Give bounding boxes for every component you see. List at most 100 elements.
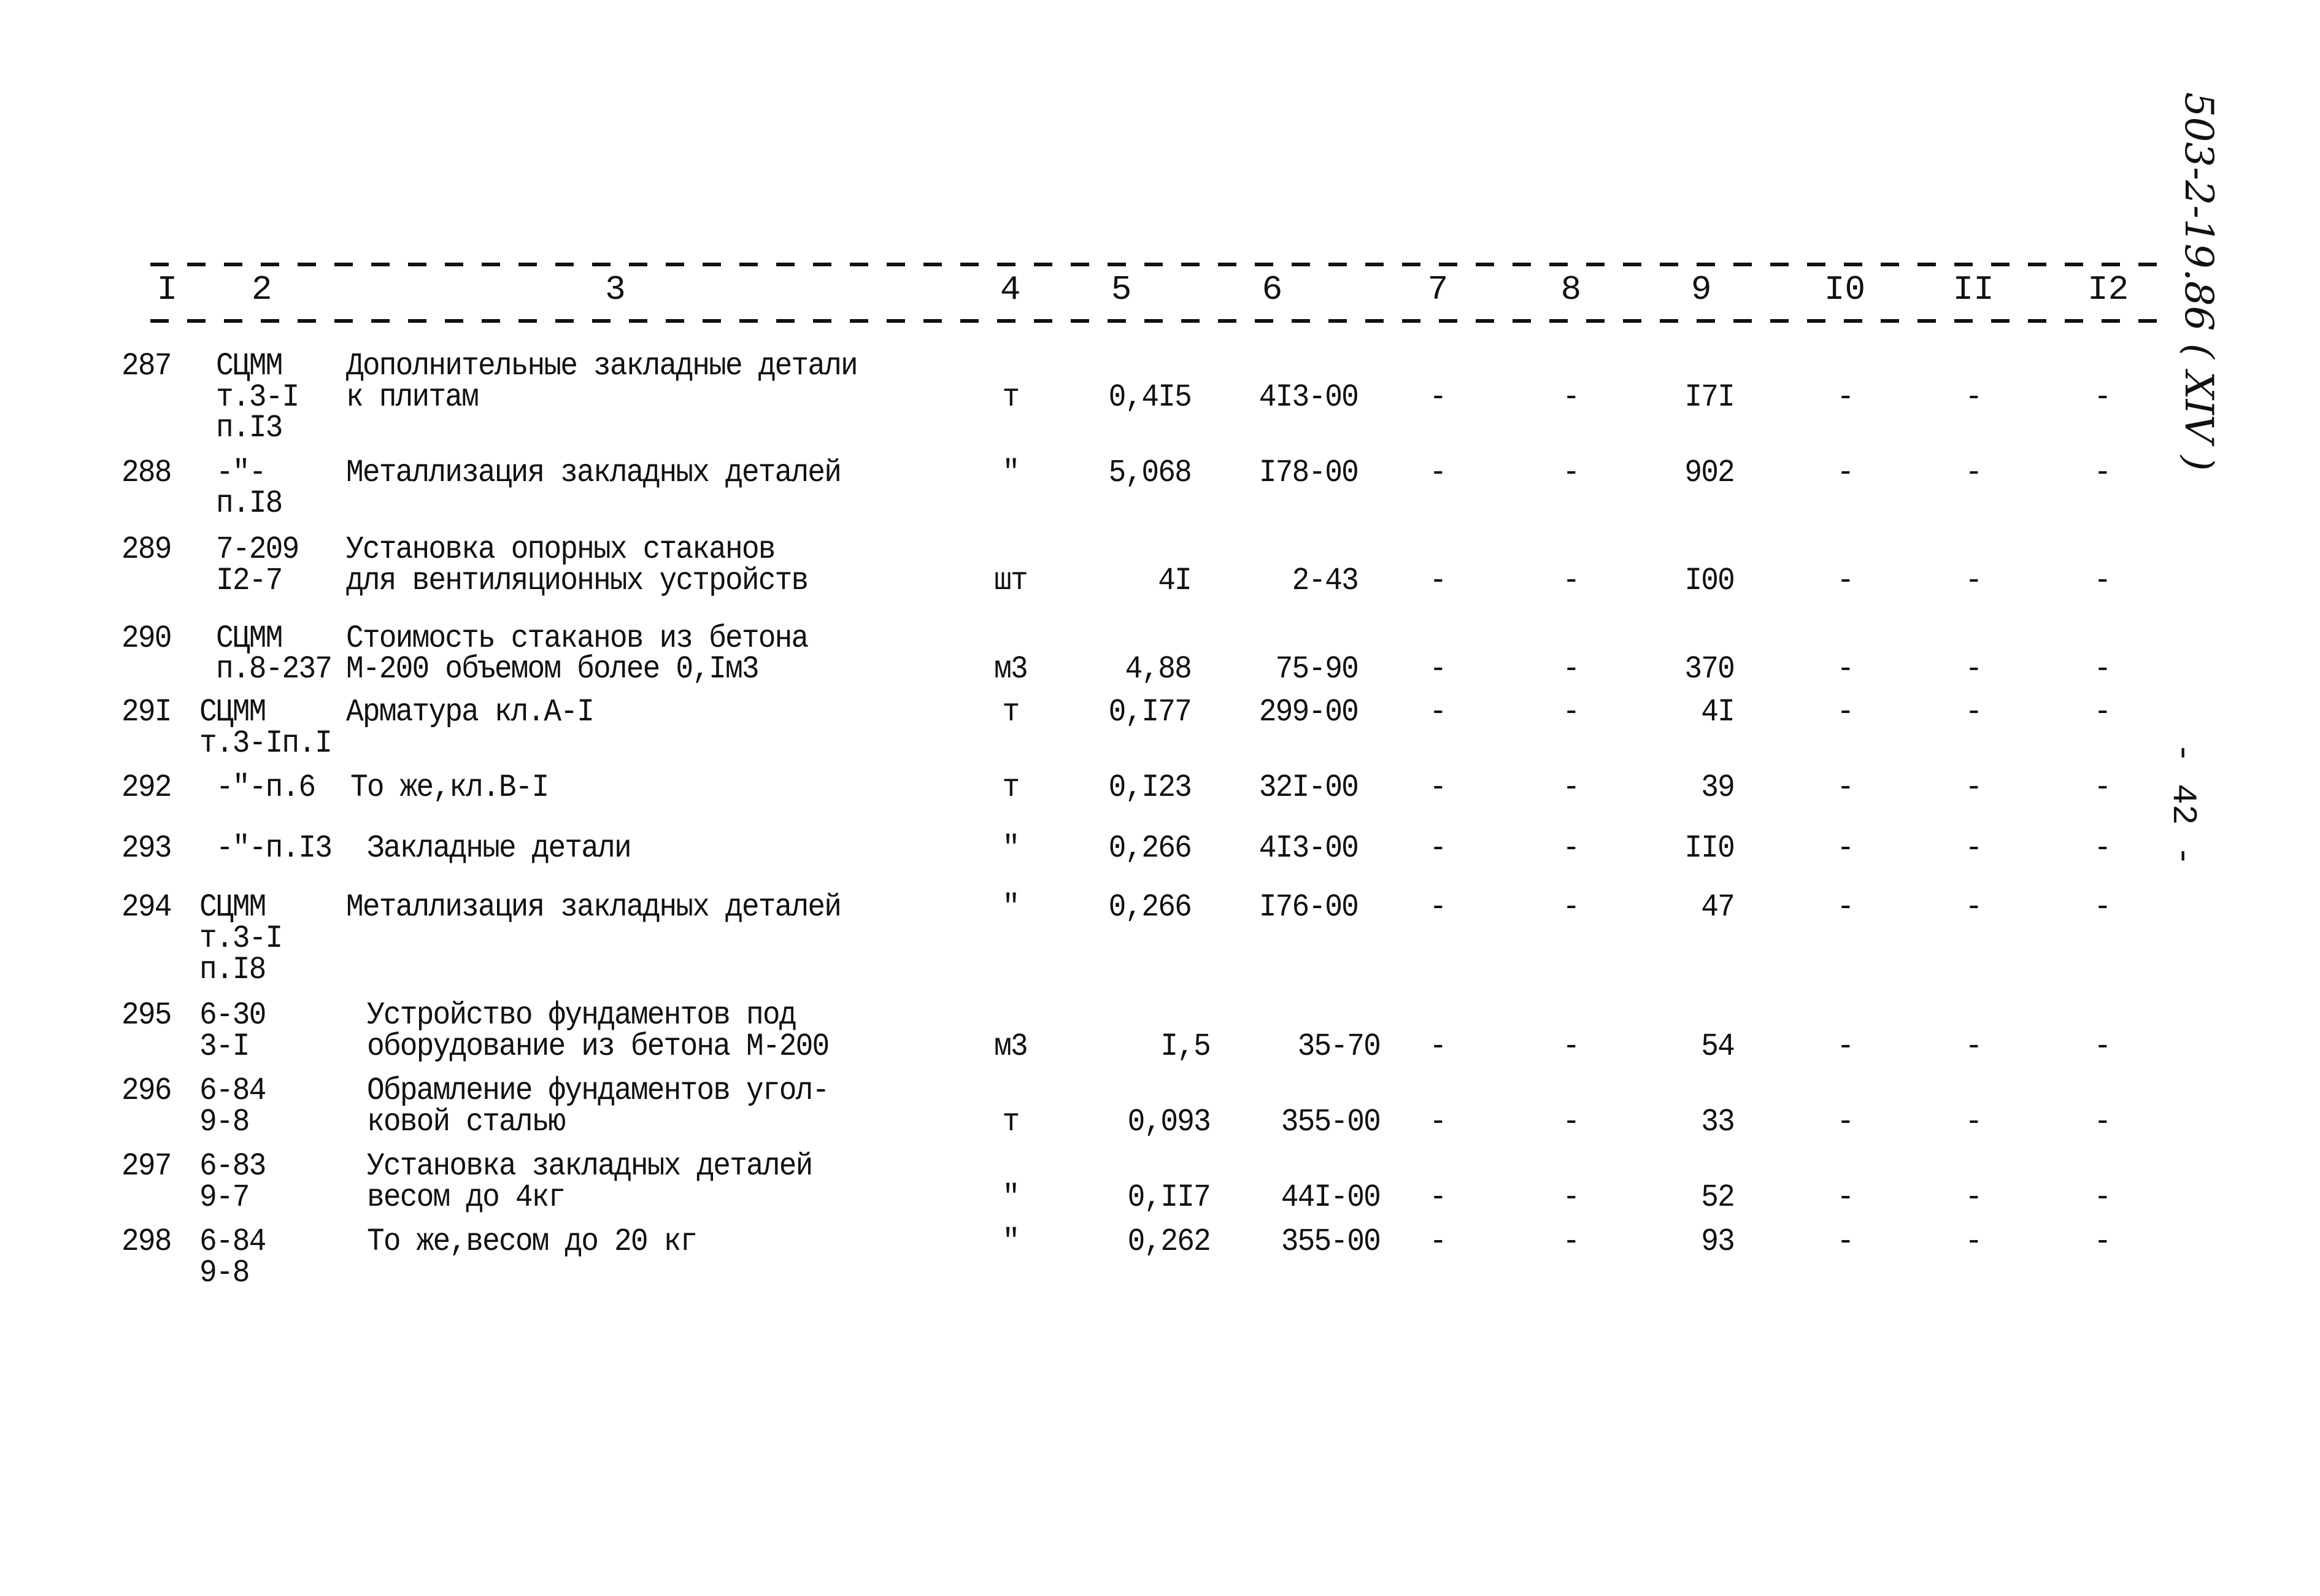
column-11-value: -: [1965, 830, 1983, 866]
column-7-value: -: [1430, 889, 1447, 926]
column-12-value: -: [2094, 379, 2111, 415]
row-number: 288: [121, 454, 172, 491]
work-description: То же,весом до 20 кг: [366, 1224, 698, 1260]
unit-price: 355-00: [1281, 1103, 1381, 1140]
document-code-stamp: 503-2-19.86 ( XIV ): [2176, 92, 2221, 471]
unit-price: 4I3-00: [1259, 379, 1359, 415]
column-12-value: -: [2094, 769, 2111, 806]
work-description: То же,кл.В-I: [350, 769, 549, 806]
work-description: Арматура кл.А-I: [346, 694, 595, 731]
reference-code: т.3-I: [199, 920, 283, 957]
column-header-12: I2: [2087, 269, 2129, 309]
row-number: 289: [121, 531, 172, 568]
reference-code: 6-84: [199, 1073, 266, 1109]
unit-price: 355-00: [1281, 1224, 1381, 1260]
column-11-value: -: [1965, 1224, 1983, 1260]
work-description: М-200 объемом более 0,Iм3: [346, 651, 760, 688]
reference-code: т.3-I: [216, 379, 299, 415]
column-7-value: -: [1430, 1103, 1447, 1140]
column-7-value: -: [1430, 1179, 1447, 1216]
reference-code: 7-209: [216, 531, 299, 568]
column-header-1: I: [156, 269, 178, 309]
reference-code: СЦММ: [216, 347, 283, 384]
column-header-3: 3: [605, 269, 626, 309]
column-7-value: -: [1430, 454, 1447, 491]
column-12-value: -: [2094, 651, 2111, 688]
column-7-value: -: [1430, 1028, 1447, 1065]
unit-price: 4I3-00: [1259, 830, 1359, 866]
total-cost: I7I: [1684, 379, 1735, 415]
reference-code: I2-7: [216, 562, 283, 599]
work-description: Дополнительные закладные детали: [346, 347, 858, 384]
total-cost: 370: [1684, 651, 1735, 688]
column-12-value: -: [2094, 1224, 2111, 1260]
work-description: Установка опорных стаканов: [346, 531, 776, 568]
reference-code: -"-п.6: [216, 769, 316, 806]
work-description: Металлизация закладных деталей: [346, 454, 842, 491]
column-11-value: -: [1965, 651, 1983, 688]
column-header-4: 4: [1000, 269, 1021, 309]
column-header-9: 9: [1690, 269, 1712, 309]
column-12-value: -: [2094, 562, 2111, 599]
row-number: 29I: [121, 694, 172, 731]
reference-code: -"-: [216, 454, 266, 491]
total-cost: 52: [1700, 1179, 1735, 1216]
work-description: к плитам: [346, 379, 479, 415]
work-description: Обрамление фундаментов угол-: [366, 1073, 830, 1109]
column-11-value: -: [1965, 1179, 1983, 1216]
column-11-value: -: [1965, 1103, 1983, 1140]
column-11-value: -: [1965, 562, 1983, 599]
column-11-value: -: [1965, 454, 1983, 491]
total-cost: 93: [1700, 1224, 1735, 1260]
work-description: для вентиляционных устройств: [346, 562, 809, 599]
row-number: 287: [121, 347, 172, 384]
work-description: оборудование из бетона М-200: [366, 1028, 830, 1065]
column-12-value: -: [2094, 694, 2111, 731]
column-10-value: -: [1836, 694, 1854, 731]
reference-code: 6-30: [199, 997, 266, 1034]
total-cost: 4I: [1700, 694, 1735, 731]
column-12-value: -: [2094, 1179, 2111, 1216]
page-number: - 42 -: [2164, 742, 2203, 866]
column-10-value: -: [1836, 1179, 1854, 1216]
reference-code: -"-п.I3: [216, 830, 333, 866]
row-number: 292: [121, 769, 172, 806]
reference-code: 6-83: [199, 1148, 266, 1185]
column-10-value: -: [1836, 651, 1854, 688]
unit-price: I78-00: [1259, 454, 1359, 491]
column-12-value: -: [2094, 454, 2111, 491]
column-11-value: -: [1965, 694, 1983, 731]
total-cost: 33: [1700, 1103, 1735, 1140]
column-12-value: -: [2094, 1103, 2111, 1140]
column-11-value: -: [1965, 1028, 1983, 1065]
column-11-value: -: [1965, 889, 1983, 926]
reference-code: СЦММ: [216, 620, 283, 657]
column-12-value: -: [2094, 1028, 2111, 1065]
work-description: Установка закладных деталей: [366, 1148, 813, 1185]
reference-code: п.8-237: [216, 651, 333, 688]
reference-code: п.I8: [199, 951, 266, 988]
reference-code: п.I8: [216, 485, 283, 522]
column-header-6: 6: [1262, 269, 1283, 309]
total-cost: 47: [1700, 889, 1735, 926]
column-11-value: -: [1965, 379, 1983, 415]
reference-code: 9-7: [199, 1179, 250, 1216]
header-top-rule: [150, 263, 2157, 266]
column-header-11: II: [1952, 269, 1994, 309]
column-10-value: -: [1836, 562, 1854, 599]
unit-price: I76-00: [1259, 889, 1359, 926]
column-10-value: -: [1836, 1224, 1854, 1260]
column-10-value: -: [1836, 1028, 1854, 1065]
work-description: Закладные детали: [366, 830, 632, 866]
column-header-5: 5: [1111, 269, 1132, 309]
column-11-value: -: [1965, 769, 1983, 806]
reference-code: 6-84: [199, 1224, 266, 1260]
column-7-value: -: [1430, 379, 1447, 415]
total-cost: 902: [1684, 454, 1735, 491]
row-number: 294: [121, 889, 172, 926]
header-bottom-rule: [150, 319, 2157, 323]
work-description: Стоимость стаканов из бетона: [346, 620, 809, 657]
column-7-value: -: [1430, 830, 1447, 866]
total-cost: 54: [1700, 1028, 1735, 1065]
unit-price: 2-43: [1292, 562, 1359, 599]
